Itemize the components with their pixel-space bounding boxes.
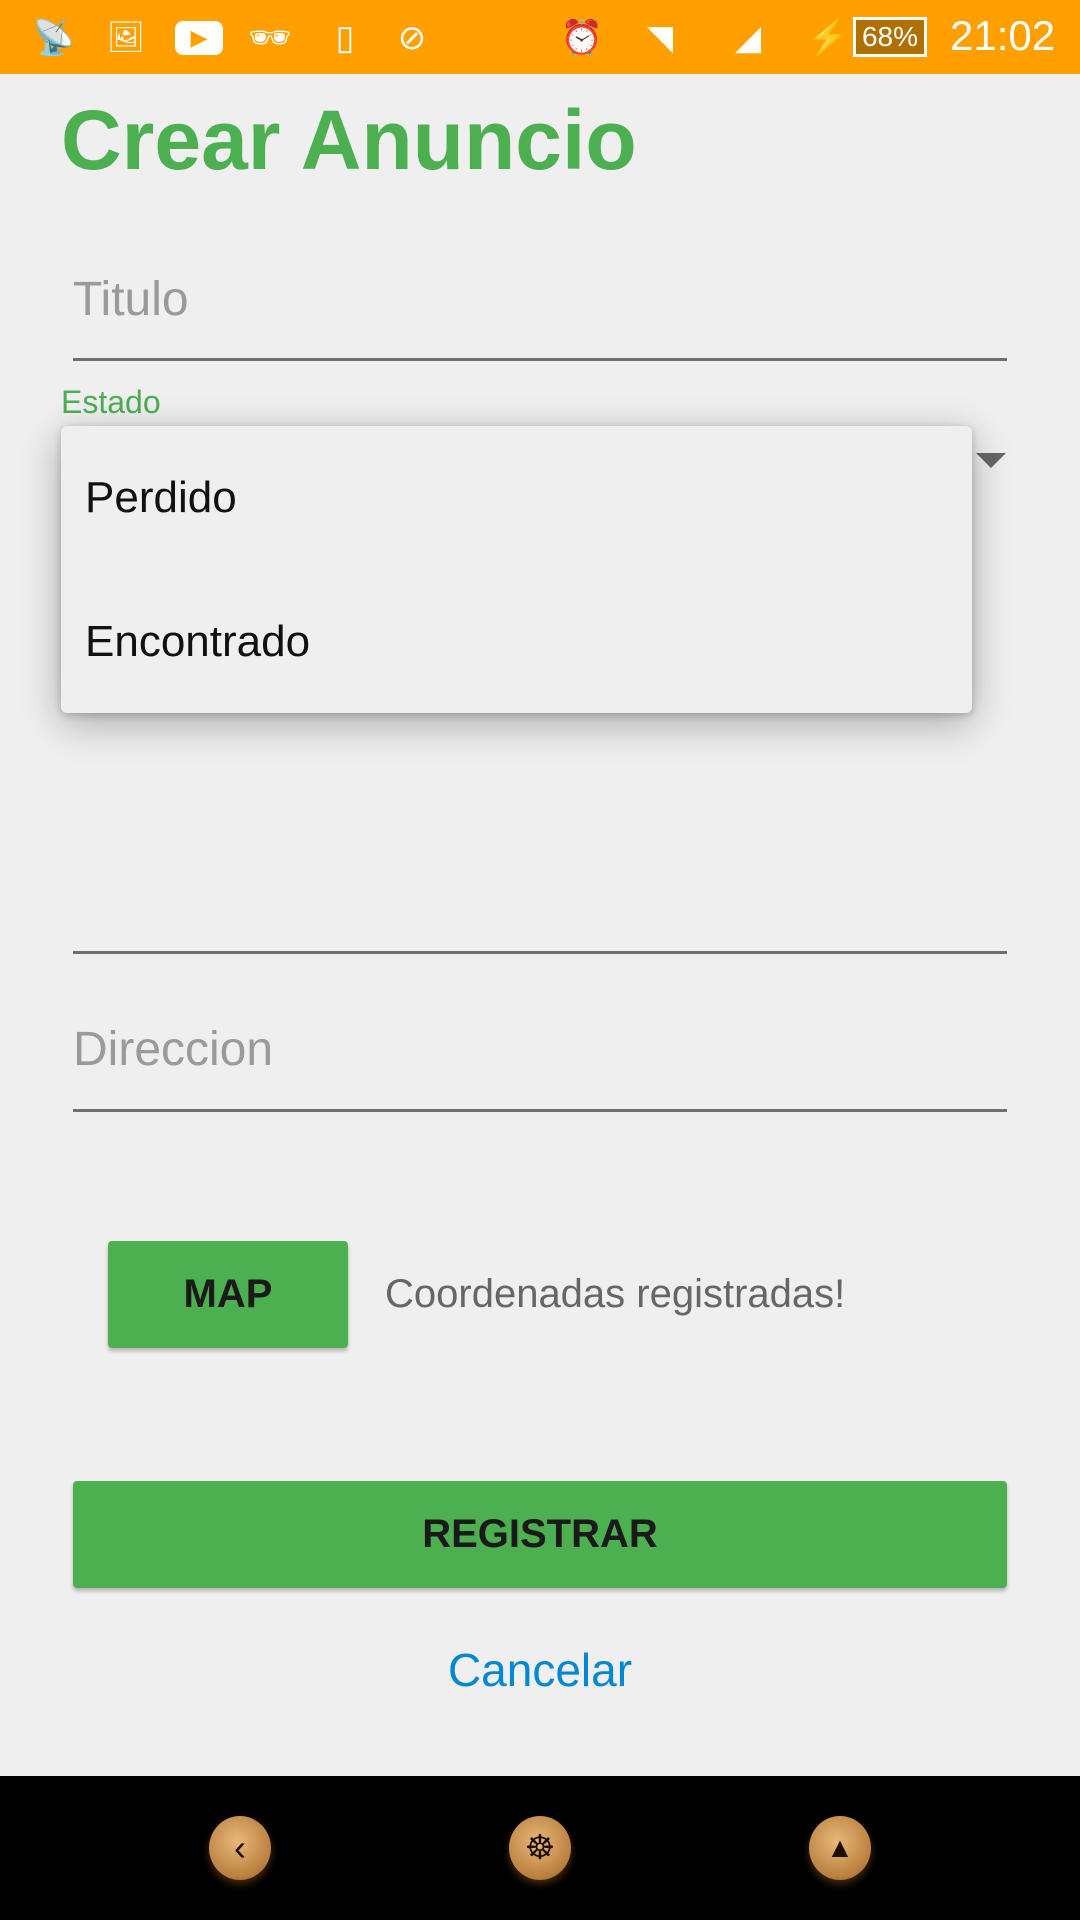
alarm-icon: ⏰	[560, 19, 604, 57]
direccion-input[interactable]: Direccion	[73, 1022, 273, 1077]
status-bar: 📡 🖼 ▶ 🕶 ▯ ⊘ ⏰ ◥ ◢ ⚡ 68% 21:02	[0, 0, 1080, 74]
incognito-icon: 🕶	[248, 19, 292, 57]
page-title: Crear Anuncio	[61, 93, 637, 187]
recents-up-icon[interactable]: ▲	[809, 1816, 871, 1880]
titulo-underline	[73, 358, 1007, 361]
phone-sd-icon: ▯	[335, 19, 355, 57]
option-perdido[interactable]: Perdido	[85, 473, 237, 523]
dropdown-arrow-icon[interactable]	[976, 453, 1006, 468]
no-globe-icon: ⊘	[397, 19, 427, 57]
titulo-input[interactable]: Titulo	[73, 272, 189, 327]
direccion-underline	[73, 1109, 1007, 1112]
wifi-icon: ◥	[646, 19, 674, 57]
estado-label: Estado	[61, 384, 161, 420]
clock: 21:02	[950, 12, 1056, 59]
option-encontrado[interactable]: Encontrado	[85, 617, 310, 667]
map-button[interactable]: MAP	[108, 1241, 348, 1348]
back-icon[interactable]: ‹	[209, 1816, 271, 1880]
home-wheel-icon[interactable]: ☸	[509, 1816, 571, 1880]
register-button[interactable]: REGISTRAR	[73, 1481, 1007, 1588]
image-icon: 🖼	[106, 21, 146, 54]
coords-status: Coordenadas registradas!	[385, 1272, 846, 1316]
radio-tower-icon: 📡	[32, 19, 76, 57]
youtube-icon: ▶	[175, 21, 223, 55]
cancel-link[interactable]: Cancelar	[0, 1643, 1080, 1697]
charging-icon: ⚡	[806, 19, 850, 57]
description-underline	[73, 951, 1007, 954]
estado-dropdown-menu: Perdido Encontrado	[61, 426, 972, 713]
signal-icon: ◢	[734, 19, 762, 57]
battery-indicator: 68%	[853, 17, 927, 57]
navigation-bar: ‹ ☸ ▲	[0, 1776, 1080, 1920]
